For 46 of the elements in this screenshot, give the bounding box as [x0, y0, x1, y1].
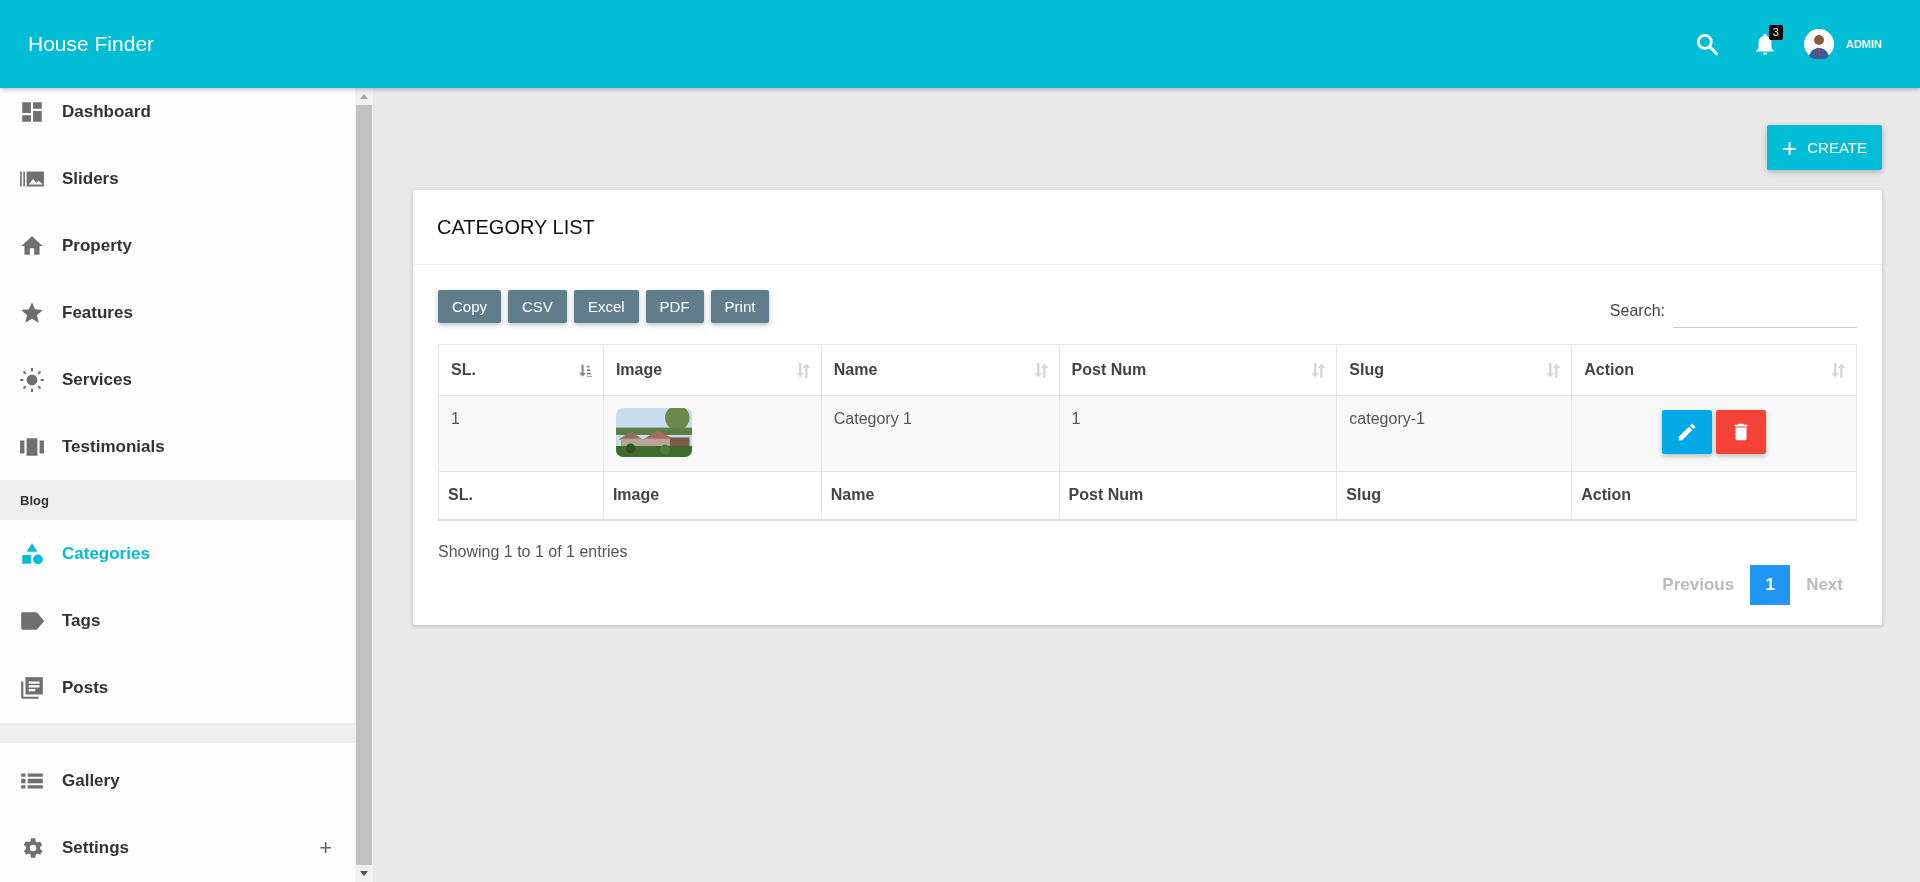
column-header[interactable]: SL. [438, 344, 604, 396]
table-cell: 1 [438, 395, 604, 472]
column-footer: SL. [438, 471, 604, 520]
section-header: Blog [0, 480, 355, 520]
column-header[interactable]: Post Num [1059, 344, 1337, 396]
scroll-up-arrow-icon[interactable] [360, 94, 368, 99]
export-button[interactable]: Copy [438, 290, 502, 323]
column-header[interactable]: Action [1571, 344, 1857, 396]
column-header[interactable]: Image [603, 344, 822, 396]
scroll-down-arrow-icon[interactable] [360, 871, 368, 876]
card-title: CATEGORY LIST [437, 215, 595, 239]
sidebar-item[interactable]: Settings + [0, 814, 355, 881]
column-header[interactable]: Slug [1336, 344, 1572, 396]
export-button[interactable]: CSV [508, 290, 567, 323]
sun-icon [19, 366, 45, 393]
delete-button[interactable] [1716, 410, 1767, 454]
sidebar-item[interactable]: Dashboard [0, 88, 355, 145]
search-label: Search: [1609, 302, 1665, 320]
sidebar-item[interactable]: Testimonials [0, 413, 355, 480]
document-list-icon [19, 674, 45, 701]
sidebar-item[interactable]: Sliders [0, 145, 355, 212]
user-avatar[interactable] [1803, 29, 1834, 59]
sort-icon[interactable] [1311, 362, 1327, 379]
edit-button[interactable] [1662, 410, 1713, 454]
sort-icon[interactable] [1546, 362, 1562, 379]
app-title: House Finder [28, 32, 155, 56]
sidebar-item[interactable]: Tags [0, 587, 355, 654]
table-cell: Category 1 [821, 395, 1060, 472]
table-cell: category-1 [1336, 395, 1572, 472]
sidebar-item[interactable]: Property [0, 212, 355, 279]
export-button[interactable]: Excel [573, 290, 639, 323]
column-header[interactable]: Name [821, 344, 1060, 396]
sidebar-item[interactable]: Features [0, 279, 355, 346]
expand-icon[interactable]: + [319, 834, 332, 861]
sort-icon[interactable] [1033, 362, 1049, 379]
sort-icon[interactable] [795, 362, 811, 379]
table-cell: 1 [1059, 395, 1337, 472]
sort-icon[interactable] [1831, 362, 1846, 379]
sort-ascending-icon[interactable] [577, 362, 593, 379]
table-info-text: Showing 1 to 1 of 1 entries [438, 542, 629, 561]
sidebar-item[interactable]: Posts [0, 654, 355, 721]
sidebar-item[interactable]: Gallery [0, 747, 355, 814]
sidebar-item[interactable]: Services [0, 346, 355, 413]
export-button[interactable]: PDF [645, 290, 704, 323]
export-button[interactable]: Print [710, 290, 770, 323]
notification-badge: 3 [1768, 25, 1783, 40]
